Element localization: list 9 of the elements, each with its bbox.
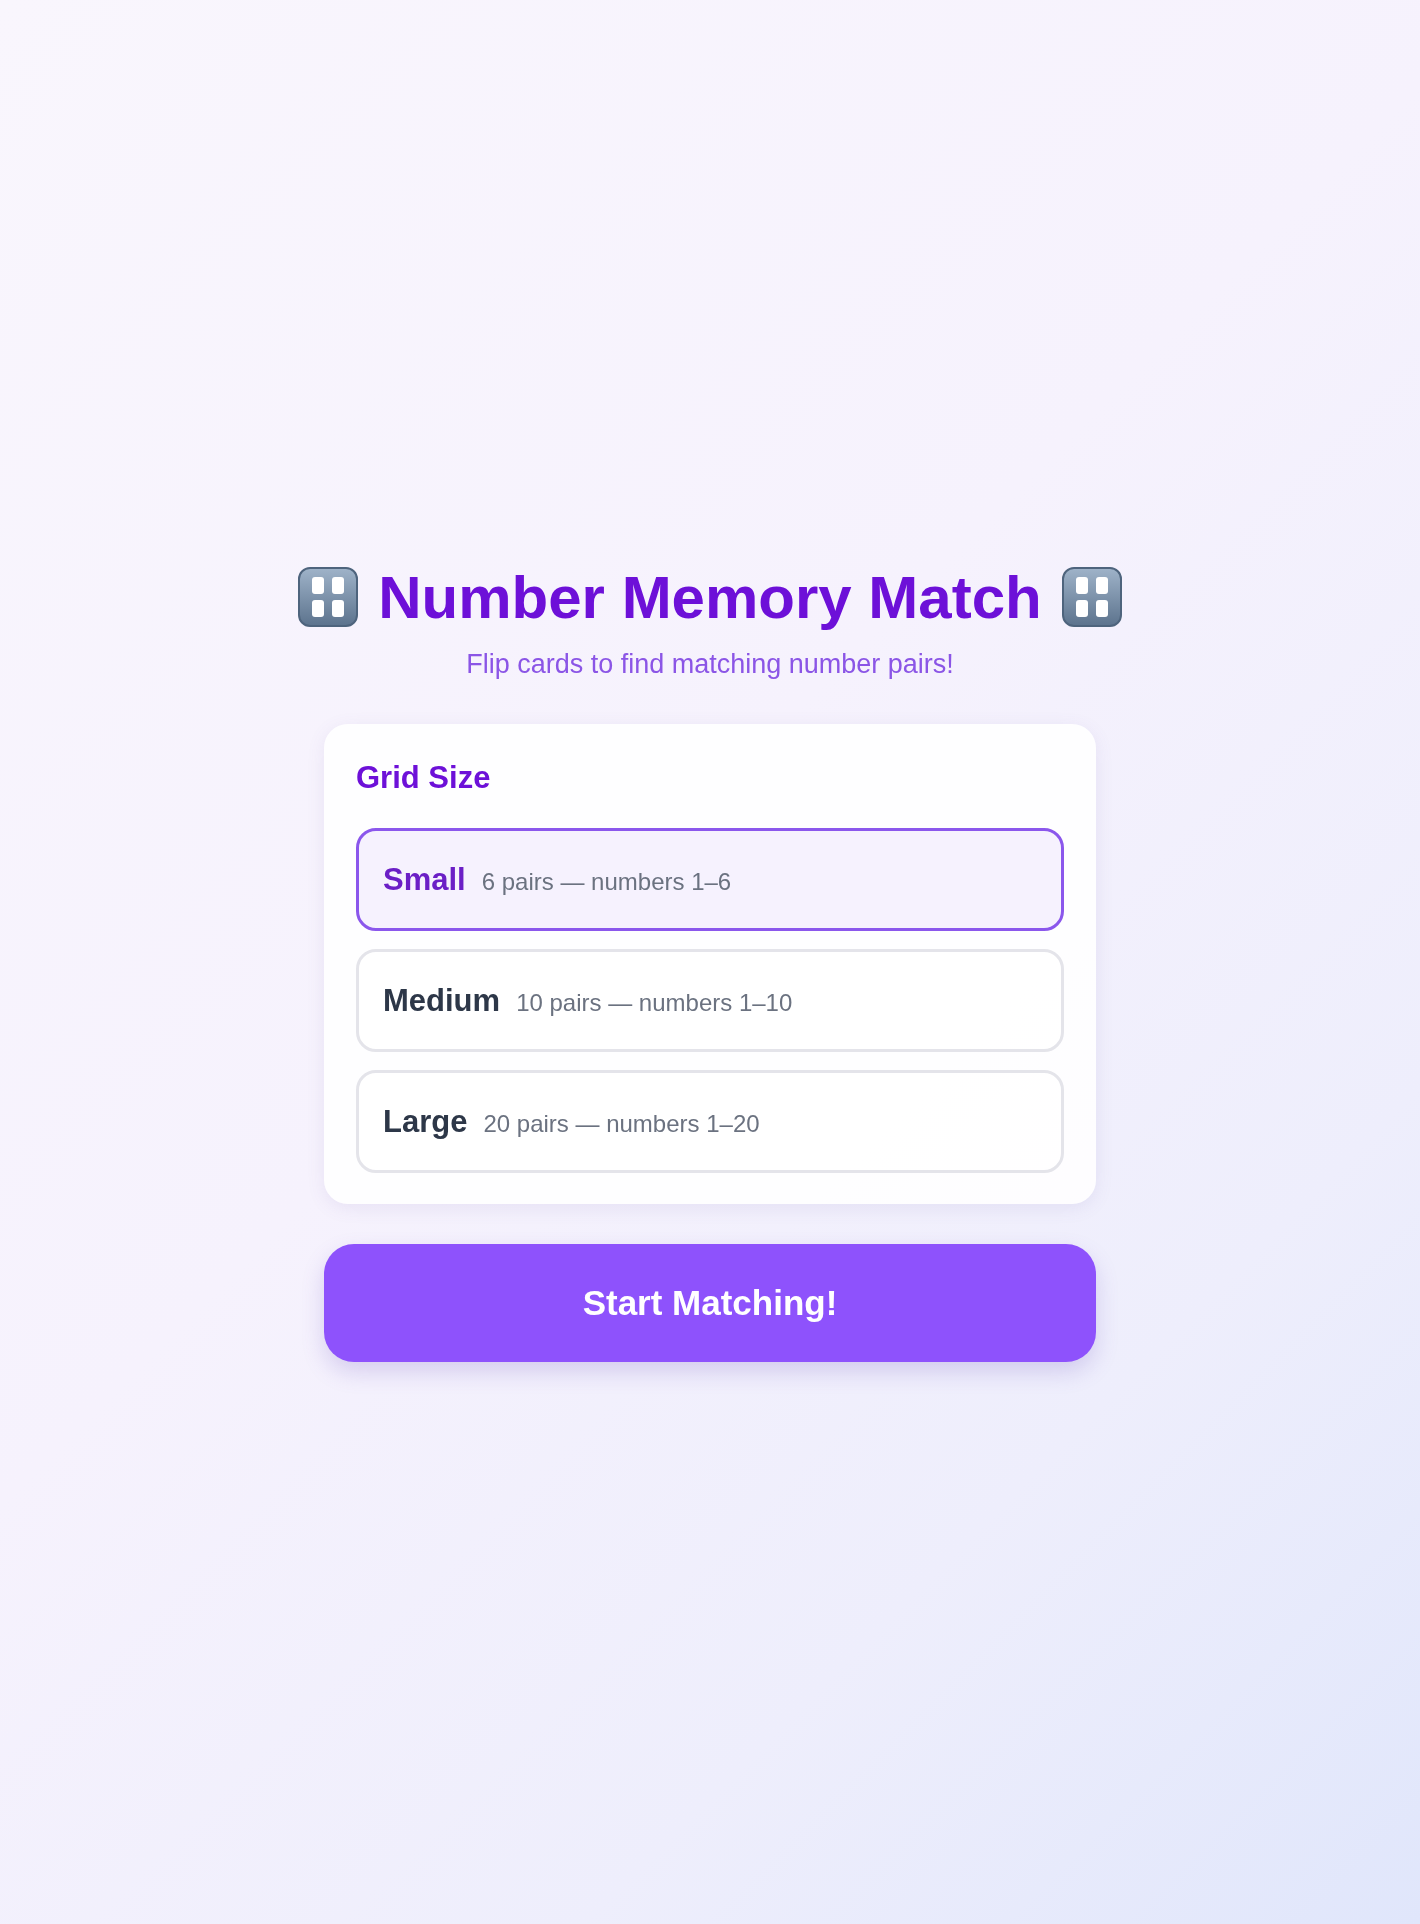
grid-size-option[interactable]: Large 20 pairs — numbers 1–20 <box>356 1069 1064 1173</box>
keypad-icon <box>298 567 359 627</box>
keypad-icon <box>1061 567 1122 627</box>
grid-size-option[interactable]: Medium 10 pairs — numbers 1–10 <box>356 948 1064 1052</box>
start-button[interactable]: Start Matching! <box>324 1243 1096 1362</box>
grid-size-option[interactable]: Small 6 pairs — numbers 1–6 <box>356 827 1064 931</box>
page-title: Number Memory Match <box>378 562 1042 632</box>
subtitle: Flip cards to find matching number pairs! <box>465 647 955 681</box>
section-heading: Grid Size <box>356 758 492 796</box>
